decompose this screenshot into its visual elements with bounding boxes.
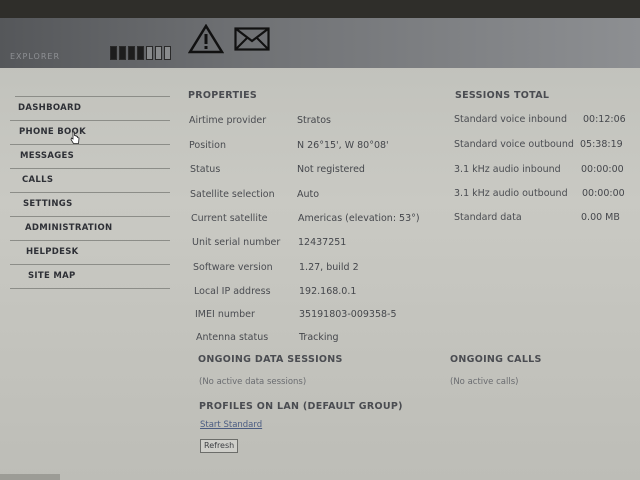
signal-bar [119, 46, 126, 60]
property-label: Satellite selection [190, 189, 275, 200]
signal-strength-icon [110, 46, 171, 60]
refresh-button[interactable]: Refresh [200, 439, 239, 453]
property-value: Auto [297, 189, 320, 200]
property-value: 12437251 [298, 237, 347, 248]
signal-bar [128, 46, 135, 60]
property-label: Current satellite [191, 213, 268, 224]
properties-heading: PROPERTIES [188, 90, 258, 101]
property-value: Tracking [299, 332, 339, 343]
property-value: Not registered [297, 164, 365, 175]
sidebar-nav: DASHBOARD PHONE BOOK MESSAGES CALLS SETT… [10, 96, 170, 289]
session-value: 05:38:19 [580, 139, 623, 150]
session-label: Standard voice outbound [454, 139, 574, 150]
property-label: Position [189, 140, 226, 151]
sidebar-item-helpdesk[interactable]: HELPDESK [10, 241, 170, 265]
property-label: Antenna status [196, 332, 269, 343]
ongoing-data-empty: (No active data sessions) [199, 377, 307, 387]
property-label: Airtime provider [189, 115, 267, 126]
sidebar-item-settings[interactable]: SETTINGS [10, 193, 170, 217]
signal-bar [110, 46, 117, 60]
session-value: 00:00:00 [581, 164, 624, 175]
ongoing-calls-empty: (No active calls) [450, 377, 519, 387]
session-value: 00:00:00 [582, 188, 625, 199]
hand-cursor-icon [70, 131, 80, 144]
property-value: N 26°15', W 80°08' [297, 140, 389, 151]
signal-bar [146, 46, 153, 60]
ongoing-data-heading: ONGOING DATA SESSIONS [198, 354, 343, 365]
signal-bar [164, 46, 171, 60]
session-value: 0.00 MB [581, 212, 620, 223]
sidebar-item-dashboard[interactable]: DASHBOARD [10, 97, 170, 121]
screen: EXPLORER DASHBOARD PHONE BOOK MESSAGES C… [0, 18, 640, 480]
mail-icon[interactable] [234, 27, 270, 51]
sidebar-item-calls[interactable]: CALLS [10, 169, 170, 193]
profiles-heading: PROFILES ON LAN (DEFAULT GROUP) [199, 401, 403, 412]
property-value: Stratos [297, 115, 331, 126]
sidebar-item-phone-book[interactable]: PHONE BOOK [10, 121, 170, 145]
property-label: IMEI number [195, 309, 255, 320]
signal-bar [137, 46, 144, 60]
session-label: 3.1 kHz audio inbound [454, 164, 561, 175]
session-label: Standard data [454, 212, 522, 223]
top-bar: EXPLORER [0, 18, 640, 68]
session-value: 00:12:06 [583, 114, 626, 125]
sidebar-item-messages[interactable]: MESSAGES [10, 145, 170, 169]
session-label: 3.1 kHz audio outbound [454, 188, 568, 199]
property-label: Unit serial number [192, 237, 281, 248]
start-standard-link[interactable]: Start Standard [200, 420, 262, 430]
property-label: Local IP address [194, 286, 271, 297]
sessions-total-heading: SESSIONS TOTAL [455, 90, 550, 101]
property-value: 192.168.0.1 [299, 286, 357, 297]
ongoing-calls-heading: ONGOING CALLS [450, 354, 542, 365]
warning-icon[interactable] [188, 24, 224, 54]
sidebar-item-site-map[interactable]: SITE MAP [10, 265, 170, 289]
property-value: Americas (elevation: 53°) [298, 213, 420, 224]
property-label: Status [190, 164, 221, 175]
sidebar-item-administration[interactable]: ADMINISTRATION [10, 217, 170, 241]
session-label: Standard voice inbound [454, 114, 567, 125]
property-label: Software version [193, 262, 273, 273]
property-value: 1.27, build 2 [299, 262, 359, 273]
signal-bar [155, 46, 162, 60]
property-value: 35191803-009358-5 [299, 309, 397, 320]
brand-label: EXPLORER [10, 52, 60, 61]
status-strip [0, 474, 60, 480]
